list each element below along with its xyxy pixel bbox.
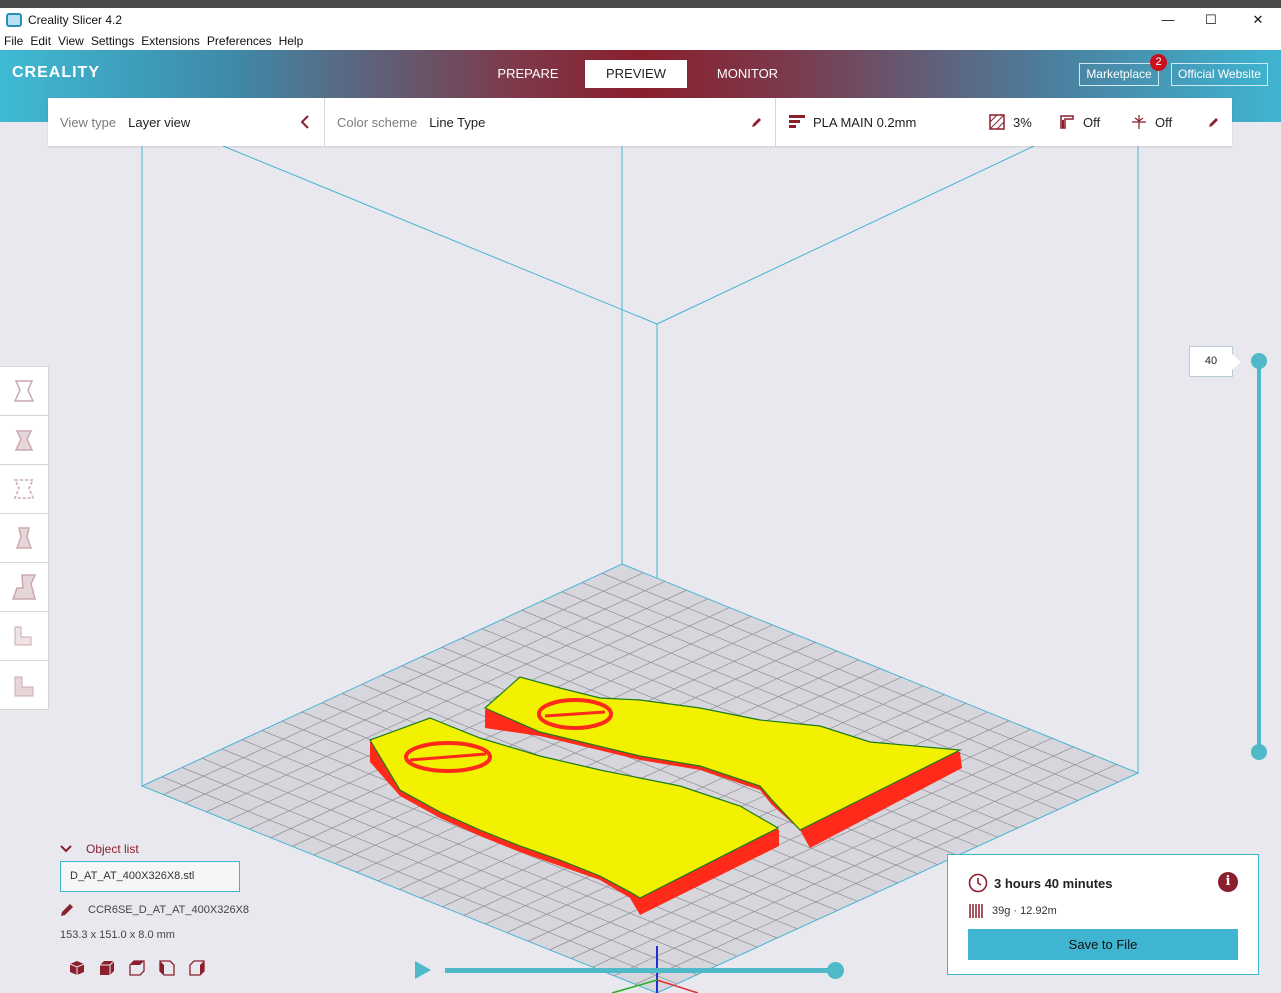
menu-bar: File Edit View Settings Extensions Prefe… [0, 31, 1281, 50]
menu-view[interactable]: View [58, 34, 84, 48]
title-bar: Creality Slicer 4.2 — ☐ ✕ [0, 0, 1281, 31]
support-setting[interactable]: Off [1059, 98, 1100, 146]
material-usage: 39g · 12.92m [992, 905, 1057, 917]
profile-value: PLA MAIN 0.2mm [813, 114, 917, 130]
custom-settings-pencil-icon[interactable] [1208, 98, 1220, 146]
menu-settings[interactable]: Settings [91, 34, 134, 48]
object-file-entry[interactable]: D_AT_AT_400X326X8.stl [60, 861, 240, 892]
right-view-icon[interactable] [182, 958, 212, 978]
marketplace-button[interactable]: Marketplace [1079, 63, 1159, 86]
3d-view-icon[interactable] [62, 958, 92, 978]
color-scheme-value: Line Type [429, 114, 486, 130]
print-time-row: 3 hours 40 minutes [968, 873, 1112, 893]
support-icon [1060, 115, 1074, 129]
scale-tool-icon[interactable] [0, 416, 48, 465]
save-to-file-button[interactable]: Save to File [968, 929, 1238, 960]
front-view-icon[interactable] [92, 958, 122, 978]
mirror-tool-icon[interactable] [0, 465, 48, 514]
menu-preferences[interactable]: Preferences [207, 34, 272, 48]
layer-slider-top-handle[interactable] [1251, 353, 1267, 369]
left-toolbar [0, 366, 49, 710]
filament-spool-icon [969, 904, 983, 918]
support-blocker-icon[interactable] [0, 563, 48, 612]
menu-edit[interactable]: Edit [30, 34, 51, 48]
close-icon[interactable]: ✕ [1235, 8, 1281, 31]
camera-view-buttons [62, 958, 212, 978]
color-scheme-selector[interactable]: Color scheme Line Type [337, 98, 485, 146]
path-slider-track[interactable] [445, 968, 835, 973]
current-layer-input[interactable]: 40 [1189, 346, 1241, 377]
tab-preview[interactable]: PREVIEW [585, 60, 687, 88]
support-value: Off [1083, 114, 1101, 130]
creality-logo: CREALITY [12, 64, 100, 81]
maximize-icon[interactable]: ☐ [1188, 8, 1234, 31]
menu-extensions[interactable]: Extensions [141, 34, 200, 48]
object-list-toggle[interactable]: Object list [60, 842, 139, 856]
adhesion-value: Off [1155, 114, 1173, 130]
color-scheme-label: Color scheme [337, 114, 418, 130]
left-view-icon[interactable] [152, 958, 182, 978]
layer-slider-track[interactable] [1257, 361, 1261, 753]
infill-value: 3% [1013, 114, 1032, 130]
chevron-left-icon[interactable] [300, 98, 310, 146]
clock-icon [968, 873, 988, 893]
object-list-label: Object list [86, 842, 139, 856]
layer-stair-solid-icon[interactable] [0, 661, 48, 710]
view-settings-bar: View type Layer view Color scheme Line T… [48, 98, 1232, 146]
rotate-tool-icon[interactable] [0, 367, 48, 416]
tab-monitor[interactable]: MONITOR [705, 60, 790, 88]
view-type-value: Layer view [128, 114, 191, 130]
infill-setting[interactable]: 3% [989, 98, 1032, 146]
adhesion-setting[interactable]: Off [1131, 98, 1172, 146]
info-icon[interactable]: i [1218, 872, 1238, 892]
machine-name: CCR6SE_D_AT_AT_400X326X8 [88, 904, 250, 916]
profile-bars-icon [789, 115, 805, 128]
profile-selector[interactable]: PLA MAIN 0.2mm [789, 98, 916, 146]
edit-name-pencil-icon [61, 904, 73, 916]
top-view-icon[interactable] [122, 958, 152, 978]
object-dimensions: 153.3 x 151.0 x 8.0 mm [60, 929, 175, 941]
print-time: 3 hours 40 minutes [994, 875, 1113, 891]
chevron-down-icon [60, 845, 72, 853]
app-icon [6, 12, 22, 27]
machine-name-row[interactable]: CCR6SE_D_AT_AT_400X326X8 [60, 903, 249, 917]
tab-prepare[interactable]: PREPARE [486, 60, 570, 88]
minimize-icon[interactable]: — [1145, 8, 1191, 31]
material-row: 39g · 12.92m [968, 902, 1057, 920]
pencil-icon[interactable] [751, 98, 763, 146]
path-slider-handle[interactable] [827, 962, 844, 979]
view-type-label: View type [60, 114, 117, 130]
per-model-settings-icon[interactable] [0, 514, 48, 563]
layer-slider-bottom-handle[interactable] [1251, 744, 1267, 760]
window-title: Creality Slicer 4.2 [28, 12, 123, 27]
menu-file[interactable]: File [4, 34, 23, 48]
layer-stair-icon[interactable] [0, 612, 48, 661]
marketplace-badge: 2 [1150, 54, 1167, 71]
play-simulation-icon[interactable] [415, 961, 431, 979]
object-list-panel: Object list [60, 842, 139, 856]
adhesion-icon [1132, 115, 1146, 129]
infill-icon [989, 114, 1005, 130]
menu-help[interactable]: Help [279, 34, 304, 48]
view-type-selector[interactable]: View type Layer view [60, 98, 190, 146]
print-info-panel: 3 hours 40 minutes i 39g · 12.92m Save t… [947, 854, 1259, 975]
official-website-button[interactable]: Official Website [1171, 63, 1268, 86]
